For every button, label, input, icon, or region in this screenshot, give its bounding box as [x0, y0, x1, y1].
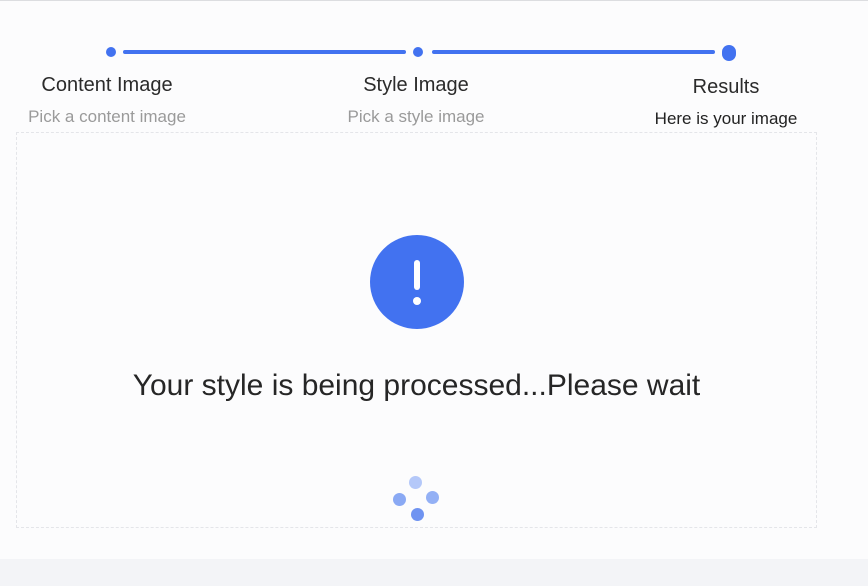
exclamation-bar [414, 260, 420, 290]
step-3-dot[interactable] [722, 45, 736, 61]
spinner-dot [409, 476, 422, 489]
page: Content Image Pick a content image Style… [0, 0, 868, 559]
step-2-dot[interactable] [413, 47, 423, 57]
spinner-dot [426, 491, 439, 504]
step-1-connector [123, 50, 406, 54]
loading-spinner-icon [393, 475, 441, 523]
step-1-dot[interactable] [106, 47, 116, 57]
step-1-title[interactable]: Content Image [41, 74, 172, 97]
exclamation-dot [413, 297, 421, 305]
steps-progress: Content Image Pick a content image Style… [0, 1, 868, 131]
step-1-description: Pick a content image [28, 107, 186, 126]
result-panel: Your style is being processed...Please w… [16, 132, 817, 528]
step-2-title[interactable]: Style Image [363, 74, 469, 97]
step-2-description: Pick a style image [347, 107, 485, 126]
exclamation-circle-icon [370, 235, 464, 329]
spinner-dot [411, 508, 424, 521]
step-2-connector [432, 50, 715, 54]
step-3-description: Here is your image [654, 109, 798, 128]
spinner-dot [393, 493, 406, 506]
processing-message: Your style is being processed...Please w… [132, 369, 701, 402]
step-3-title[interactable]: Results [693, 76, 760, 99]
